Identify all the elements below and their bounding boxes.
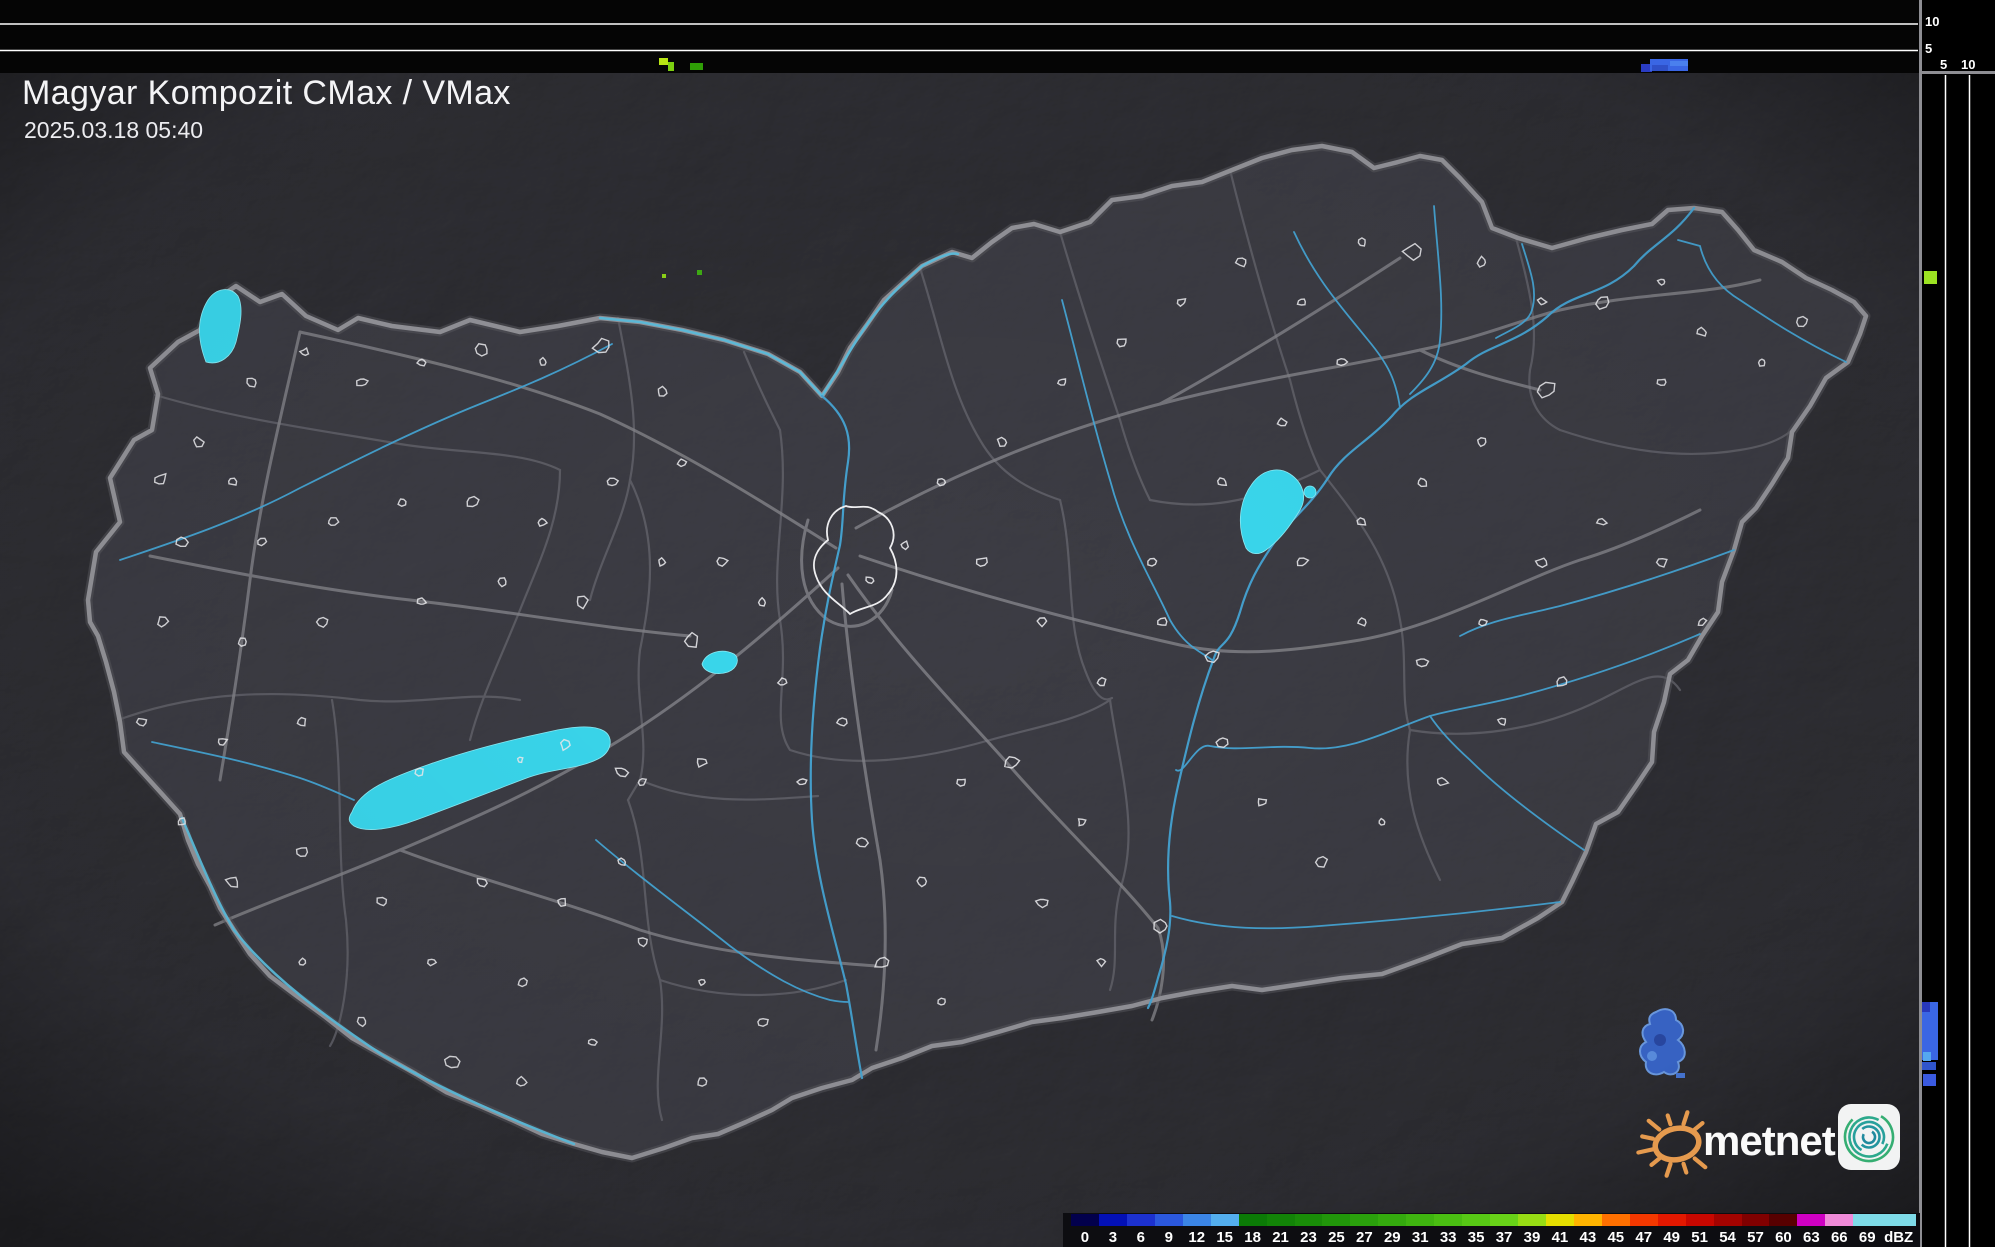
right-profile-strip xyxy=(1919,0,1995,1247)
vignette xyxy=(0,73,1920,1247)
sun-ray xyxy=(1640,1134,1656,1141)
metnet-app-icon xyxy=(1838,1104,1900,1170)
top-profile-strip xyxy=(0,0,1920,73)
sun-ray xyxy=(1665,1113,1673,1127)
radar-map xyxy=(0,0,1995,1247)
radar-screen: Magyar Kompozit CMax / VMax 2025.03.18 0… xyxy=(0,0,1995,1247)
sun-ray xyxy=(1681,1161,1689,1175)
